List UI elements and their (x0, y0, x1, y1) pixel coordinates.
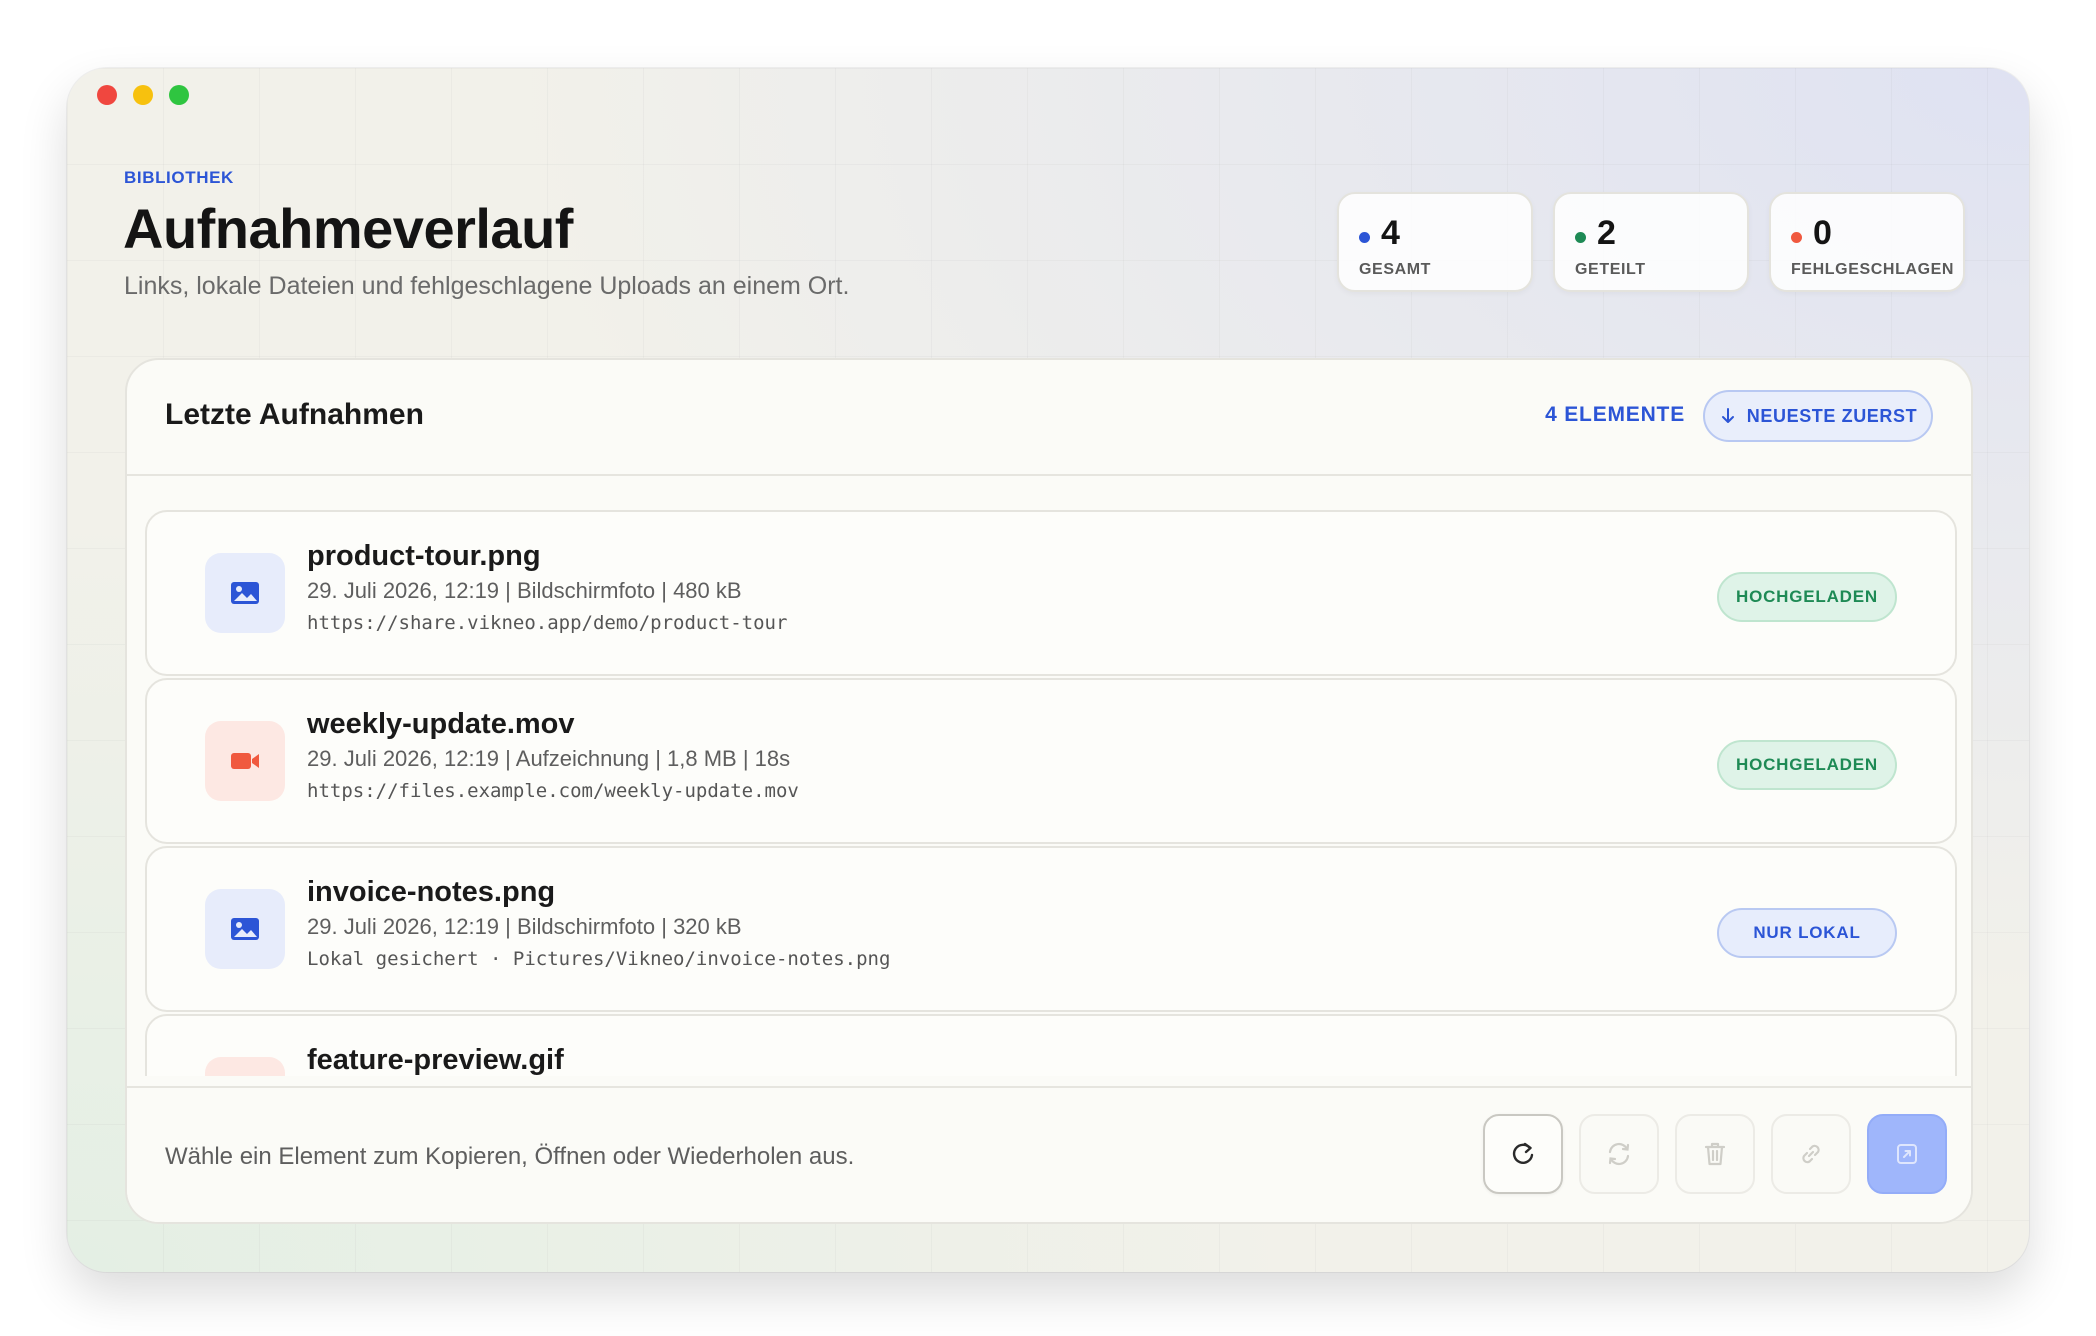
retry-upload-button[interactable] (1579, 1114, 1659, 1194)
delete-button[interactable] (1675, 1114, 1755, 1194)
recordings-panel: Letzte Aufnahmen 4 ELEMENTE NEUESTE ZUER… (125, 358, 1973, 1224)
status-badge: HOCHGELADEN (1717, 740, 1897, 790)
list-item[interactable]: product-tour.png 29. Juli 2026, 12:19 | … (145, 510, 1957, 676)
blue-dot-icon (1359, 232, 1370, 243)
file-path: Lokal gesichert · Pictures/Vikneo/invoic… (307, 948, 891, 970)
trash-icon (1704, 1142, 1726, 1166)
section-eyebrow: BIBLIOTHEK (124, 168, 234, 187)
sort-label: NEUESTE ZUERST (1746, 405, 1918, 426)
image-icon (205, 553, 285, 633)
file-meta: 29. Juli 2026, 12:19 | Bildschirmfoto | … (307, 578, 742, 603)
app-window: BIBLIOTHEK Aufnahmeverlauf Links, lokale… (67, 68, 2029, 1272)
file-name: feature-preview.gif (307, 1044, 564, 1076)
stat-failed-label: FEHLGESCHLAGEN (1791, 261, 1955, 278)
stat-card-failed: 0 FEHLGESCHLAGEN (1769, 192, 1965, 292)
status-badge: HOCHGELADEN (1717, 572, 1897, 622)
sync-icon (1608, 1142, 1630, 1166)
page-subtitle: Links, lokale Dateien und fehlgeschlagen… (124, 272, 850, 300)
close-window-button[interactable] (97, 85, 117, 105)
refresh-icon (1512, 1142, 1534, 1164)
stat-shared-label: GETEILT (1575, 261, 1646, 278)
panel-header: Letzte Aufnahmen 4 ELEMENTE NEUESTE ZUER… (127, 360, 1971, 476)
panel-footer: Wähle ein Element zum Kopieren, Öffnen o… (127, 1086, 1971, 1222)
file-name: invoice-notes.png (307, 876, 556, 908)
minimize-window-button[interactable] (133, 85, 153, 105)
stat-card-shared: 2 GETEILT (1553, 192, 1749, 292)
page-title: Aufnahmeverlauf (123, 197, 573, 260)
stat-total-label: GESAMT (1359, 261, 1432, 278)
gif-icon (205, 1057, 285, 1076)
file-link[interactable]: https://files.example.com/weekly-update.… (307, 780, 799, 802)
stat-total-value: 4 (1381, 214, 1400, 252)
link-icon (1802, 1144, 1820, 1164)
panel-title: Letzte Aufnahmen (165, 398, 424, 431)
zoom-window-button[interactable] (169, 85, 189, 105)
file-name: product-tour.png (307, 540, 541, 572)
file-name: weekly-update.mov (307, 708, 575, 740)
recordings-list[interactable]: product-tour.png 29. Juli 2026, 12:19 | … (145, 510, 1957, 1076)
file-link[interactable]: https://share.vikneo.app/demo/product-to… (307, 612, 787, 634)
image-icon (205, 889, 285, 969)
green-dot-icon (1575, 232, 1586, 243)
status-badge: NUR LOKAL (1717, 908, 1897, 958)
selection-hint: Wähle ein Element zum Kopieren, Öffnen o… (165, 1143, 855, 1170)
copy-link-button[interactable] (1771, 1114, 1851, 1194)
video-icon (205, 721, 285, 801)
stat-card-total: 4 GESAMT (1337, 192, 1533, 292)
arrow-down-icon (1721, 408, 1734, 423)
file-meta: 29. Juli 2026, 12:19 | Aufzeichnung | 1,… (307, 746, 791, 771)
red-dot-icon (1791, 232, 1802, 243)
item-count: 4 ELEMENTE (1545, 403, 1685, 426)
stat-failed-value: 0 (1813, 214, 1832, 252)
window-controls (97, 85, 189, 105)
list-item[interactable]: feature-preview.gif (145, 1014, 1957, 1076)
list-item[interactable]: weekly-update.mov 29. Juli 2026, 12:19 |… (145, 678, 1957, 844)
open-external-icon (1897, 1144, 1917, 1164)
list-item[interactable]: invoice-notes.png 29. Juli 2026, 12:19 |… (145, 846, 1957, 1012)
sort-button[interactable]: NEUESTE ZUERST (1703, 390, 1933, 442)
open-external-button[interactable] (1867, 1114, 1947, 1194)
file-meta: 29. Juli 2026, 12:19 | Bildschirmfoto | … (307, 914, 742, 939)
stat-shared-value: 2 (1597, 214, 1616, 252)
refresh-button[interactable] (1483, 1114, 1563, 1194)
